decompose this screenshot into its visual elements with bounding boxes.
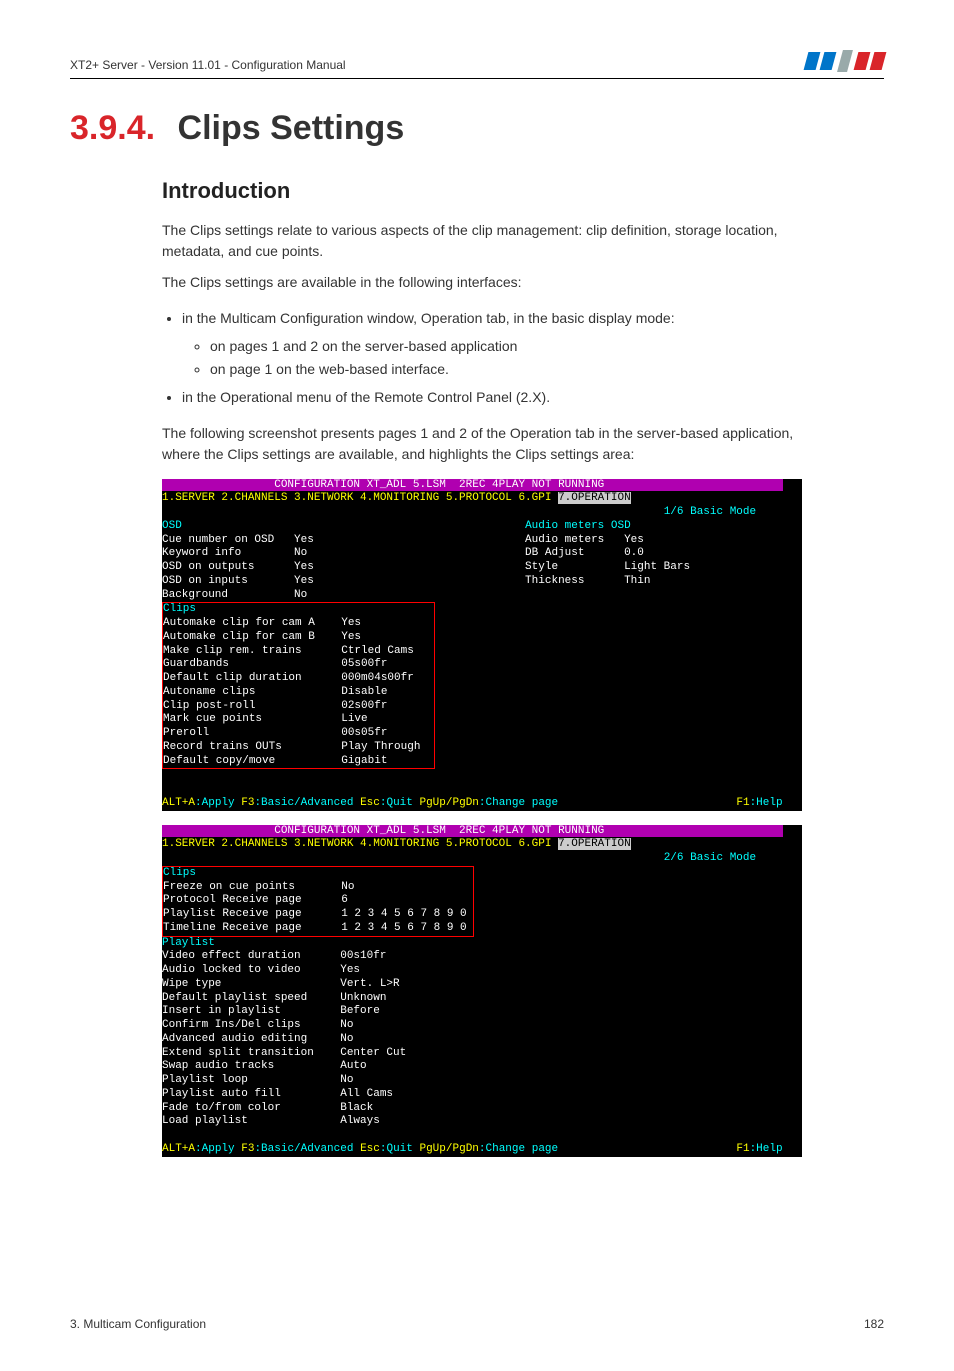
intro-p2: The Clips settings are available in the … (162, 272, 802, 293)
intro-p3: The following screenshot presents pages … (162, 423, 802, 465)
intro-p1: The Clips settings relate to various asp… (162, 220, 802, 262)
footer-left: 3. Multicam Configuration (70, 1317, 206, 1331)
header-left: XT2+ Server - Version 11.01 - Configurat… (70, 58, 346, 72)
section-title: Clips Settings (178, 109, 405, 147)
bullet-2: in the Operational menu of the Remote Co… (182, 386, 802, 408)
bullet-1b: on page 1 on the web-based interface. (210, 358, 802, 380)
bullet-1a: on pages 1 and 2 on the server-based app… (210, 335, 802, 357)
terminal-screenshot-2: CONFIGURATION XT_ADL 5.LSM 2REC 4PLAY NO… (162, 825, 802, 1157)
evs-logo (806, 50, 884, 72)
footer-right: 182 (864, 1317, 884, 1331)
terminal-screenshot-1: CONFIGURATION XT_ADL 5.LSM 2REC 4PLAY NO… (162, 479, 802, 811)
intro-heading: Introduction (162, 178, 802, 204)
section-number: 3.9.4. (70, 109, 155, 147)
bullet-1: in the Multicam Configuration window, Op… (182, 307, 802, 380)
